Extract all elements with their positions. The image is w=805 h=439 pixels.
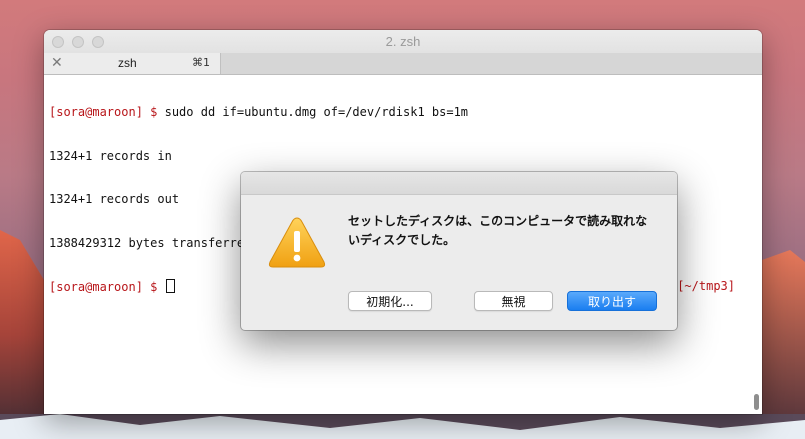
terminal-line: 1324+1 records in [49, 149, 754, 164]
unreadable-disk-dialog: セットしたディスクは、このコンピュータで読み取れな いディスクでした。 初期化.… [241, 172, 677, 330]
shell-prompt: [sora@maroon] $ [49, 105, 165, 119]
tab-label: zsh [118, 56, 137, 70]
scrollbar-thumb[interactable] [754, 394, 759, 410]
dialog-message-line: セットしたディスクは、このコンピュータで読み取れな [348, 214, 648, 228]
tab-shortcut: ⌘1 [192, 56, 210, 69]
dialog-message: セットしたディスクは、このコンピュータで読み取れな いディスクでした。 [348, 212, 658, 250]
tab-zsh[interactable]: ✕ zsh ⌘1 [44, 53, 221, 74]
ignore-button[interactable]: 無視 [474, 291, 553, 311]
terminal-line: [sora@maroon] $ sudo dd if=ubuntu.dmg of… [49, 105, 754, 120]
command-text: sudo dd if=ubuntu.dmg of=/dev/rdisk1 bs=… [164, 105, 469, 119]
tab-bar: ✕ zsh ⌘1 [44, 53, 762, 75]
shell-prompt: [sora@maroon] $ [49, 280, 165, 294]
warning-icon [268, 217, 326, 268]
title-bar[interactable]: 2. zsh [44, 30, 762, 54]
output-text: 1324+1 records out [49, 192, 180, 206]
close-tab-icon[interactable]: ✕ [51, 55, 63, 71]
window-title: 2. zsh [385, 34, 421, 49]
eject-button[interactable]: 取り出す [567, 291, 657, 311]
output-text: 1324+1 records in [49, 148, 172, 163]
text-cursor [165, 279, 175, 293]
dialog-message-line: いディスクでした。 [348, 233, 456, 247]
initialize-button[interactable]: 初期化... [348, 291, 432, 311]
right-prompt: [~/tmp3] [677, 279, 735, 293]
dialog-title-bar [241, 172, 677, 195]
